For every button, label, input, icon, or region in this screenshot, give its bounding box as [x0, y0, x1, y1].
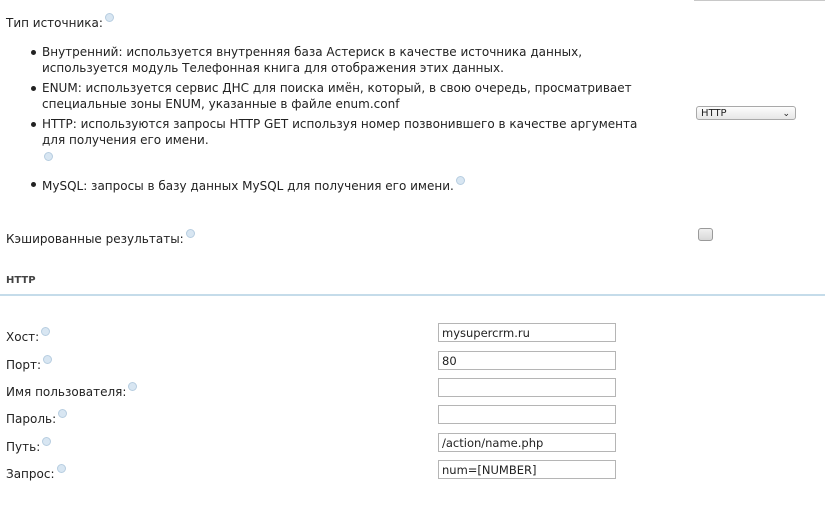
help-circle-icon[interactable]	[128, 382, 138, 391]
help-circle-icon[interactable]	[41, 327, 51, 336]
help-circle-icon[interactable]	[455, 176, 465, 185]
bullet-icon	[31, 50, 36, 55]
option-text: Внутренний: используется внутренняя база…	[42, 45, 583, 59]
path-label-row: Путь:	[6, 437, 52, 454]
source-type-select[interactable]: HTTP ⌄	[696, 106, 796, 120]
source-type-label: Тип источника:	[6, 16, 103, 30]
option-text: HTTP: используются запросы HTTP GET испо…	[42, 117, 638, 131]
path-label: Путь:	[6, 440, 41, 454]
help-circle-icon[interactable]	[42, 437, 52, 446]
bullet-icon	[31, 182, 36, 187]
cache-label: Кэшированные результаты:	[6, 232, 184, 246]
list-item: ENUM: используется сервис ДНС для поиска…	[0, 80, 690, 112]
host-input[interactable]	[438, 323, 616, 342]
list-item: Внутренний: используется внутренняя база…	[0, 44, 690, 76]
source-type-row: Тип источника:	[6, 13, 114, 30]
port-input[interactable]	[438, 351, 616, 370]
chevron-down-icon: ⌄	[782, 109, 790, 119]
password-label: Пароль:	[6, 412, 57, 426]
bullet-icon	[31, 122, 36, 127]
help-circle-icon[interactable]	[56, 464, 66, 473]
option-text: MySQL: запросы в базу данных MySQL для п…	[42, 179, 454, 193]
port-label: Порт:	[6, 358, 42, 372]
username-label-row: Имя пользователя:	[6, 382, 138, 399]
username-input[interactable]	[438, 378, 616, 397]
option-text: ENUM: используется сервис ДНС для поиска…	[42, 81, 632, 95]
option-text: для получения его имени.	[42, 133, 209, 147]
option-text: используется модуль Телефонная книга для…	[42, 61, 504, 75]
list-item: MySQL: запросы в базу данных MySQL для п…	[0, 176, 690, 194]
help-circle-icon[interactable]	[44, 152, 53, 161]
host-label: Хост:	[6, 330, 40, 344]
help-circle-icon[interactable]	[185, 229, 195, 238]
query-label: Запрос:	[6, 467, 55, 481]
section-divider	[0, 294, 825, 296]
port-label-row: Порт:	[6, 355, 53, 372]
help-circle-icon[interactable]	[43, 355, 53, 364]
help-circle-icon[interactable]	[104, 13, 114, 22]
password-input[interactable]	[438, 405, 616, 424]
query-label-row: Запрос:	[6, 464, 66, 481]
help-circle-icon[interactable]	[58, 409, 68, 418]
section-title-http: HTTP	[6, 275, 36, 286]
path-input[interactable]	[438, 433, 616, 452]
option-text: специальные зоны ENUM, указанные в файле…	[42, 97, 400, 111]
username-label: Имя пользователя:	[6, 385, 127, 399]
selected-value: HTTP	[701, 108, 727, 119]
source-options-list: Внутренний: используется внутренняя база…	[0, 44, 690, 194]
cache-checkbox[interactable]	[698, 228, 713, 241]
cache-row: Кэшированные результаты:	[6, 229, 195, 246]
query-input[interactable]	[438, 460, 616, 479]
password-label-row: Пароль:	[6, 409, 68, 426]
bullet-icon	[31, 86, 36, 91]
top-divider	[694, 0, 825, 1]
host-label-row: Хост:	[6, 327, 51, 344]
list-item: HTTP: используются запросы HTTP GET испо…	[0, 116, 690, 164]
